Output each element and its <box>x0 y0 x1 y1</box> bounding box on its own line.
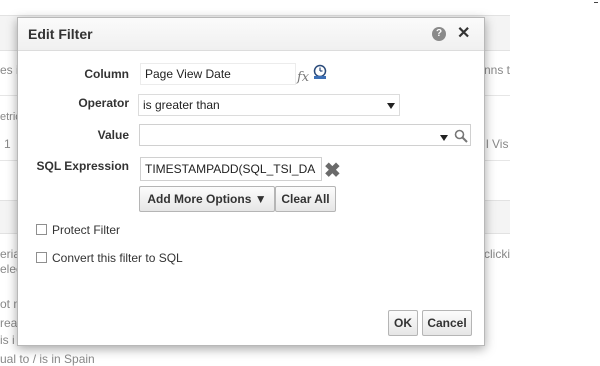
edit-filter-dialog: Edit Filter ? ✕ Column Page View Date fx… <box>17 17 485 346</box>
value-input[interactable] <box>139 124 471 146</box>
fx-icon[interactable]: fx <box>297 70 309 85</box>
help-icon[interactable]: ? <box>432 27 446 41</box>
chevron-down-icon[interactable] <box>440 135 448 141</box>
sql-expression-field[interactable]: TIMESTAMPADD(SQL_TSI_DA <box>140 157 322 181</box>
close-icon[interactable]: ✕ <box>457 23 470 43</box>
operator-label: Operator <box>78 96 129 110</box>
operator-select[interactable]: is greater than <box>138 94 400 116</box>
convert-to-sql-label: Convert this filter to SQL <box>52 251 183 265</box>
background-text: l Vis <box>486 137 509 151</box>
convert-to-sql-checkbox[interactable] <box>36 252 47 263</box>
dialog-title: Edit Filter <box>28 26 93 42</box>
sql-expression-label: SQL Expression <box>36 159 129 173</box>
clear-all-button[interactable]: Clear All <box>275 186 336 212</box>
protect-filter-checkbox[interactable] <box>36 224 47 235</box>
background-text: is i <box>0 333 15 347</box>
value-label: Value <box>97 128 129 142</box>
background-text: 1 <box>4 137 11 151</box>
background-mark <box>594 2 598 3</box>
calendar-clock-icon[interactable] <box>312 64 328 80</box>
add-more-options-button[interactable]: Add More Options ▼ <box>139 186 275 212</box>
column-field: Page View Date <box>140 63 296 85</box>
background-text: clicki <box>484 247 510 261</box>
background-text: nns t <box>484 63 511 77</box>
search-icon[interactable] <box>454 129 468 143</box>
ok-button[interactable]: OK <box>388 310 418 336</box>
dialog-header: Edit Filter ? ✕ <box>18 18 484 51</box>
chevron-down-icon[interactable] <box>387 103 395 109</box>
background-text: es i <box>0 63 19 77</box>
protect-filter-label: Protect Filter <box>52 223 121 237</box>
cancel-button[interactable]: Cancel <box>422 310 472 336</box>
clear-expression-icon[interactable]: ✖ <box>324 161 341 181</box>
column-label: Column <box>84 67 129 81</box>
